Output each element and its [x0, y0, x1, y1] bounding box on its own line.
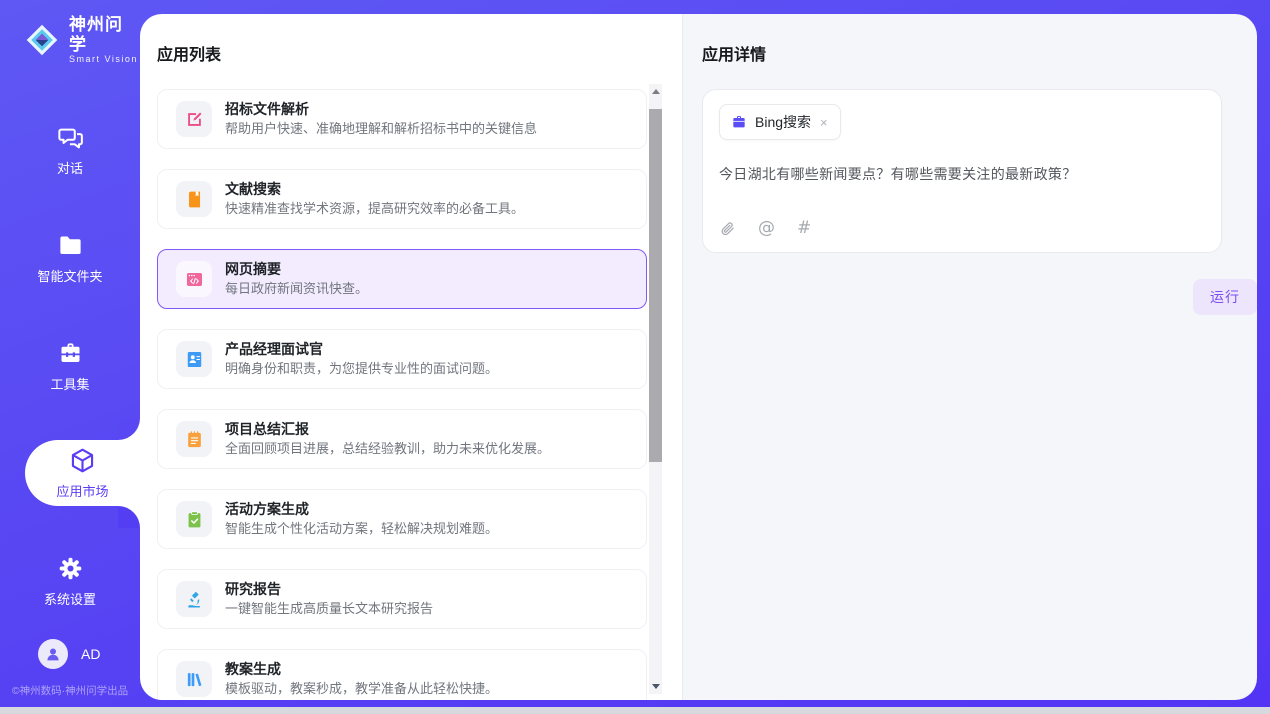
app-name: 产品经理面试官 — [225, 341, 498, 359]
scrollbar[interactable] — [649, 84, 662, 694]
sidebar-item-label: 对话 — [57, 158, 83, 177]
app-list-item[interactable]: 活动方案生成智能生成个性化活动方案，轻松解决规划难题。 — [157, 489, 647, 549]
app-list-item[interactable]: 网页摘要每日政府新闻资讯快查。 — [157, 249, 647, 309]
books-icon — [176, 661, 212, 697]
query-text[interactable]: 今日湖北有哪些新闻要点？有哪些需要关注的最新政策？ — [719, 164, 1205, 184]
sidebar-item-chat[interactable]: 对话 — [0, 120, 140, 180]
app-description: 每日政府新闻资讯快查。 — [225, 281, 368, 297]
scroll-up-button[interactable] — [649, 84, 662, 99]
app-list-item[interactable]: 研究报告一键智能生成高质量长文本研究报告 — [157, 569, 647, 629]
triangle-up-icon — [652, 89, 660, 94]
book-icon — [176, 181, 212, 217]
briefcase-icon — [731, 114, 747, 130]
attachment-toolbar: @ # — [719, 218, 811, 238]
app-list-item[interactable]: 项目总结汇报全面回顾项目进展，总结经验教训，助力未来优化发展。 — [157, 409, 647, 469]
toolbox-icon — [57, 340, 84, 367]
sidebar-item-app-market[interactable]: 应用市场 — [25, 440, 140, 506]
chat-icon — [57, 124, 84, 151]
at-icon[interactable]: @ — [758, 218, 775, 238]
main-card: 应用列表 招标文件解析帮助用户快速、准确地理解和解析招标书中的关键信息文献搜索快… — [140, 14, 1257, 700]
app-description: 快速精准查找学术资源，提高研究效率的必备工具。 — [225, 201, 524, 217]
sidebar: 神州问学 Smart Vision 对话智能文件夹工具集应用市场系统设置 AD … — [0, 0, 140, 707]
app-description: 一键智能生成高质量长文本研究报告 — [225, 601, 433, 617]
sidebar-item-label: 工具集 — [50, 374, 89, 393]
copyright-text: ©神州数码·神州问学出品 — [0, 683, 140, 698]
app-list-panel: 应用列表 招标文件解析帮助用户快速、准确地理解和解析招标书中的关键信息文献搜索快… — [140, 14, 682, 700]
app-name: 教案生成 — [225, 661, 498, 679]
app-name: 研究报告 — [225, 581, 433, 599]
run-row: 运行 — [702, 279, 1257, 315]
user-name: AD — [81, 646, 100, 662]
app-detail-panel: 应用详情 Bing搜索 × 今日湖北有哪些新闻要点？有哪些需要关注的最新政策？ … — [682, 14, 1257, 700]
run-button[interactable]: 运行 — [1193, 279, 1257, 315]
tool-tag-label: Bing搜索 — [755, 112, 811, 132]
active-tab-curve-bottom — [118, 506, 140, 528]
app-name: 网页摘要 — [225, 261, 368, 279]
brand-name: 神州问学 — [69, 15, 140, 54]
brand: 神州问学 Smart Vision — [0, 0, 140, 64]
app-description: 模板驱动，教案秒成，教学准备从此轻松快捷。 — [225, 681, 498, 697]
notepad-icon — [176, 421, 212, 457]
active-tab-curve-top — [118, 418, 140, 440]
tool-tag-bing-search[interactable]: Bing搜索 × — [719, 104, 841, 140]
app-description: 帮助用户快速、准确地理解和解析招标书中的关键信息 — [225, 121, 537, 137]
brand-tagline: Smart Vision — [69, 54, 140, 64]
app-description: 智能生成个性化活动方案，轻松解决规划难题。 — [225, 521, 498, 537]
tool-tag-close-icon[interactable]: × — [819, 115, 829, 130]
app-list-item[interactable]: 招标文件解析帮助用户快速、准确地理解和解析招标书中的关键信息 — [157, 89, 647, 149]
app-list-item[interactable]: 产品经理面试官明确身份和职责，为您提供专业性的面试问题。 — [157, 329, 647, 389]
cube-icon — [69, 447, 96, 474]
hash-icon[interactable]: # — [797, 218, 811, 238]
gear-icon — [57, 555, 84, 582]
triangle-down-icon — [652, 684, 660, 689]
sidebar-item-settings[interactable]: 系统设置 — [0, 551, 140, 611]
microscope-icon — [176, 581, 212, 617]
sidebar-item-label: 系统设置 — [44, 589, 96, 608]
paperclip-icon[interactable] — [719, 220, 736, 237]
sidebar-item-toolset[interactable]: 工具集 — [0, 336, 140, 396]
app-window: 神州问学 Smart Vision 对话智能文件夹工具集应用市场系统设置 AD … — [0, 0, 1270, 707]
app-name: 招标文件解析 — [225, 101, 537, 119]
person-icon — [44, 645, 62, 663]
app-list-title: 应用列表 — [157, 41, 682, 65]
sidebar-item-label: 智能文件夹 — [37, 266, 102, 285]
sidebar-item-smart-folder[interactable]: 智能文件夹 — [0, 228, 140, 288]
sidebar-nav: 对话智能文件夹工具集应用市场系统设置 — [0, 120, 140, 611]
app-description: 全面回顾项目进展，总结经验教训，助力未来优化发展。 — [225, 441, 550, 457]
avatar[interactable] — [38, 639, 68, 669]
app-description: 明确身份和职责，为您提供专业性的面试问题。 — [225, 361, 498, 377]
web-code-icon — [176, 261, 212, 297]
scroll-down-button[interactable] — [649, 679, 662, 694]
app-list-item[interactable]: 教案生成模板驱动，教案秒成，教学准备从此轻松快捷。 — [157, 649, 647, 700]
interview-icon — [176, 341, 212, 377]
app-name: 文献搜索 — [225, 181, 524, 199]
app-name: 项目总结汇报 — [225, 421, 550, 439]
prompt-card[interactable]: Bing搜索 × 今日湖北有哪些新闻要点？有哪些需要关注的最新政策？ @ # — [702, 89, 1222, 253]
edit-doc-icon — [176, 101, 212, 137]
app-list-item[interactable]: 文献搜索快速精准查找学术资源，提高研究效率的必备工具。 — [157, 169, 647, 229]
sidebar-item-label: 应用市场 — [56, 481, 108, 500]
app-list: 招标文件解析帮助用户快速、准确地理解和解析招标书中的关键信息文献搜索快速精准查找… — [157, 89, 647, 700]
clipboard-check-icon — [176, 501, 212, 537]
folder-icon — [57, 232, 84, 259]
diamond-logo-icon — [24, 22, 60, 58]
app-name: 活动方案生成 — [225, 501, 498, 519]
scrollbar-thumb[interactable] — [649, 109, 662, 462]
app-detail-title: 应用详情 — [702, 41, 1257, 65]
user-row[interactable]: AD — [0, 639, 140, 669]
